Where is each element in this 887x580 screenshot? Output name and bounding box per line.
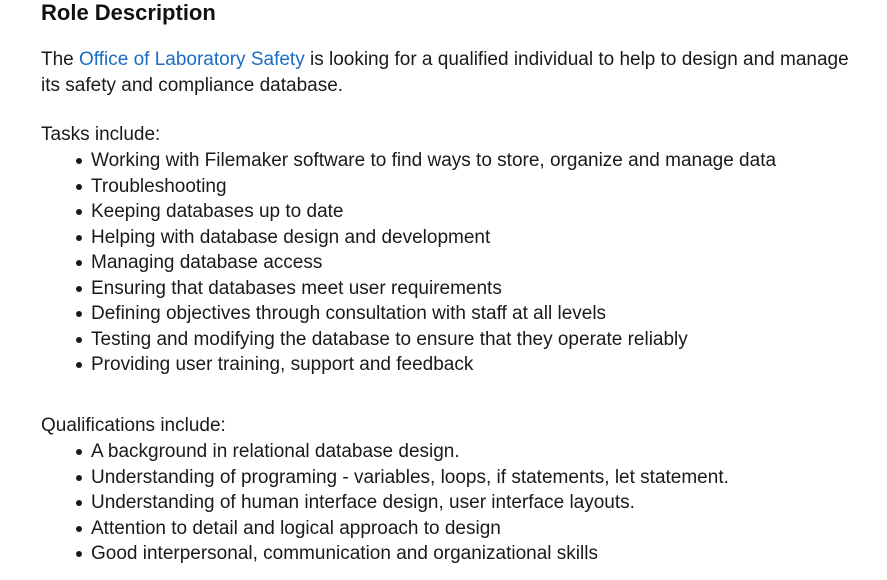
task-item: Defining objectives through consultation… [76, 301, 776, 327]
bullet-icon [76, 183, 82, 190]
task-item-text: Troubleshooting [91, 175, 227, 197]
task-item-text: Testing and modifying the database to en… [91, 328, 688, 350]
task-item-text: Helping with database design and develop… [91, 226, 491, 248]
bullet-icon [76, 336, 82, 343]
intro-paragraph: The Office of Laboratory Safety is looki… [41, 47, 861, 98]
task-item-text: Providing user training, support and fee… [91, 354, 474, 375]
office-link[interactable]: Office of Laboratory Safety [79, 49, 305, 70]
task-item-text: Working with Filemaker software to find … [91, 150, 777, 171]
task-item: Providing user training, support and fee… [76, 352, 776, 378]
bullet-icon [76, 285, 82, 292]
task-item-text: Keeping databases up to date [91, 201, 344, 222]
intro-prefix: The [41, 49, 80, 70]
task-item-text: Managing database access [91, 252, 323, 273]
bullet-icon [76, 158, 82, 164]
qualification-item: A background in relational database desi… [76, 439, 729, 465]
tasks-list: Working with Filemaker software to find … [76, 148, 777, 378]
task-item-text: Ensuring that databases meet user requir… [91, 277, 502, 299]
qualification-item: Good interpersonal, communication and or… [76, 541, 729, 567]
bullet-icon [76, 474, 82, 481]
qualification-item: Understanding of programing - variables,… [76, 465, 729, 491]
bullet-icon [76, 260, 82, 266]
bullet-icon [76, 311, 82, 317]
task-item: Ensuring that databases meet user requir… [76, 276, 776, 302]
bullet-icon [76, 234, 82, 241]
qualification-item-text: A background in relational database desi… [91, 441, 460, 462]
qualification-item-text: Good interpersonal, communication and or… [91, 543, 598, 564]
section-heading: Role Description [41, 0, 216, 25]
task-item: Troubleshooting [76, 174, 776, 200]
bullet-icon [76, 362, 82, 368]
bullet-icon [76, 209, 82, 215]
qualification-item-text: Understanding of programing - variables,… [91, 466, 729, 488]
task-item: Working with Filemaker software to find … [76, 148, 777, 174]
task-item: Keeping databases up to date [76, 199, 776, 225]
qualification-item-text: Understanding of human interface design,… [91, 492, 635, 513]
task-item: Testing and modifying the database to en… [76, 327, 776, 353]
bullet-icon [76, 500, 82, 506]
qualifications-list: A background in relational database desi… [76, 439, 729, 567]
qualification-item: Understanding of human interface design,… [76, 490, 729, 516]
qualification-item-text: Attention to detail and logical approach… [91, 517, 501, 539]
bullet-icon [76, 525, 82, 532]
qualifications-label: Qualifications include: [41, 415, 226, 436]
role-description-section: Role Description The Office of Laborator… [0, 0, 887, 580]
tasks-label: Tasks include: [41, 124, 161, 145]
task-item-text: Defining objectives through consultation… [91, 303, 607, 324]
qualification-item: Attention to detail and logical approach… [76, 516, 729, 542]
bullet-icon [76, 551, 82, 557]
task-item: Managing database access [76, 250, 776, 276]
task-item: Helping with database design and develop… [76, 225, 776, 251]
bullet-icon [76, 449, 82, 455]
